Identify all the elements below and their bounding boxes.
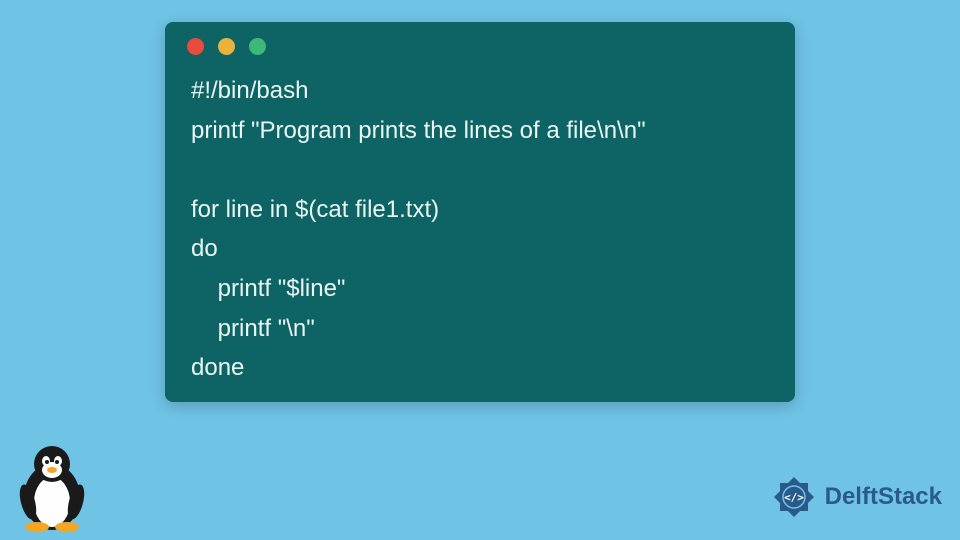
code-content: #!/bin/bash printf "Program prints the l… [165,65,795,408]
traffic-lights [165,22,795,65]
brand-name: DelftStack [825,483,942,511]
brand: </> DelftStack [769,472,942,522]
maximize-dot [249,38,266,55]
brand-logo-icon: </> [769,472,819,522]
close-dot [187,38,204,55]
tux-icon [12,442,92,532]
minimize-dot [218,38,235,55]
code-window: #!/bin/bash printf "Program prints the l… [165,22,795,402]
svg-text:</>: </> [784,491,804,504]
